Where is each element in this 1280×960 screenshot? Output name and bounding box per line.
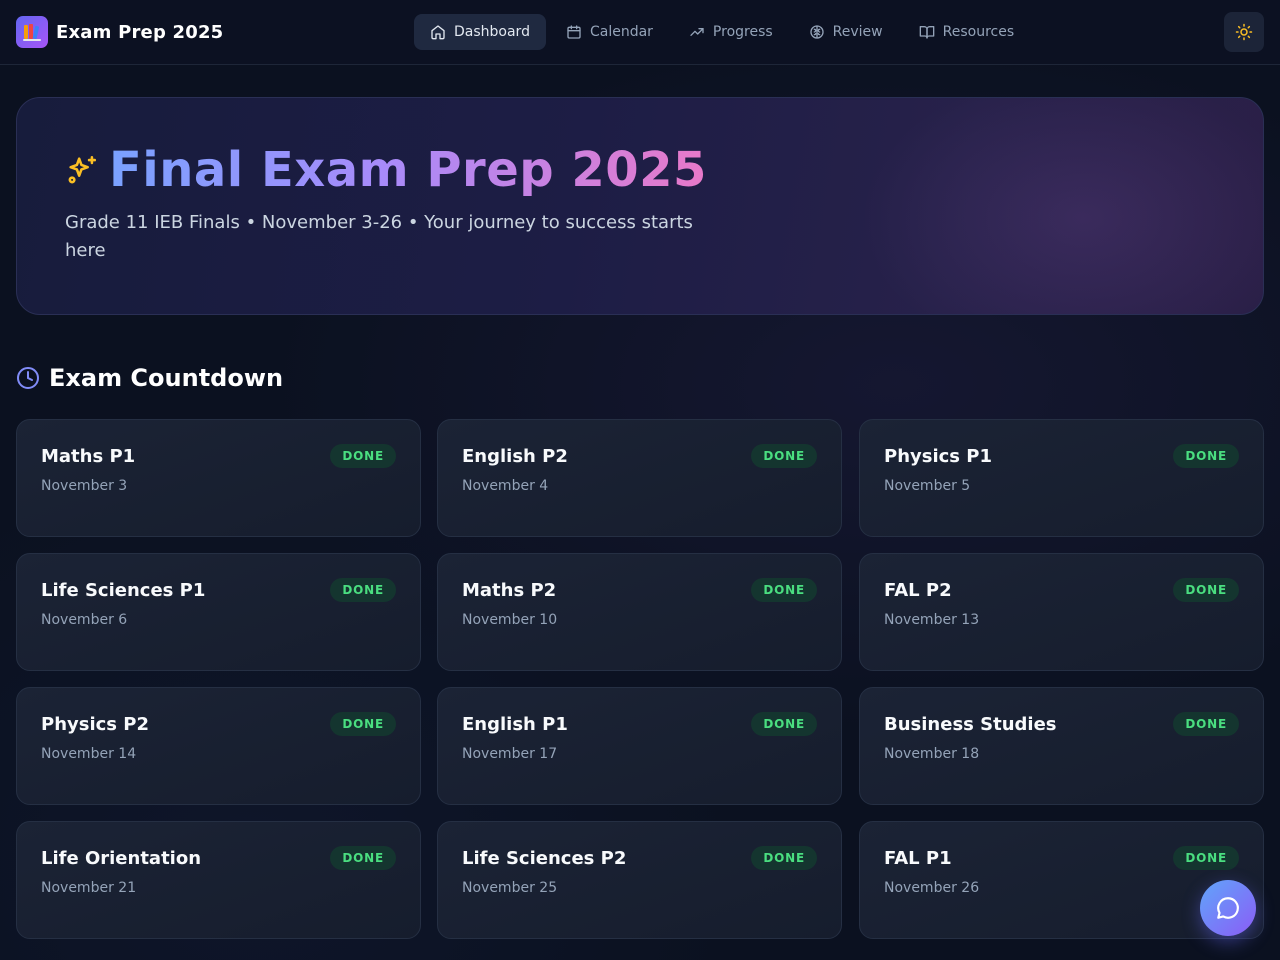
status-badge: DONE [1173, 444, 1239, 468]
books-logo-icon [16, 16, 48, 48]
countdown-header: Exam Countdown [16, 364, 283, 392]
hero-title: Final Exam Prep 2025 [109, 142, 707, 198]
status-badge: DONE [751, 444, 817, 468]
exam-card[interactable]: English P2 November 4 DONE [437, 419, 842, 537]
exam-name: FAL P2 [884, 580, 952, 601]
status-badge: DONE [330, 712, 396, 736]
exam-date: November 10 [462, 612, 558, 628]
exam-name: FAL P1 [884, 848, 952, 869]
exam-date: November 3 [41, 478, 128, 494]
exam-card[interactable]: FAL P2 November 13 DONE [859, 553, 1264, 671]
status-badge: DONE [330, 846, 396, 870]
status-badge: DONE [330, 444, 396, 468]
sparkles-icon [68, 155, 97, 184]
nav-item-review[interactable]: Review [793, 14, 899, 50]
exam-card[interactable]: Life Sciences P1 November 6 DONE [16, 553, 421, 671]
brain-icon [810, 25, 824, 39]
hero-banner: Final Exam Prep 2025 Grade 11 IEB Finals… [16, 97, 1264, 315]
status-badge: DONE [751, 846, 817, 870]
brand[interactable]: Exam Prep 2025 [16, 16, 223, 48]
nav-label: Review [832, 24, 883, 40]
nav-item-resources[interactable]: Resources [903, 14, 1031, 50]
exam-date: November 21 [41, 880, 137, 896]
nav-item-progress[interactable]: Progress [673, 14, 789, 50]
theme-toggle-button[interactable] [1224, 12, 1264, 52]
section-title: Exam Countdown [49, 364, 284, 392]
exam-date: November 13 [884, 612, 980, 628]
exam-name: Life Sciences P2 [462, 848, 627, 869]
exam-name: Physics P1 [884, 446, 992, 467]
exam-date: November 17 [462, 746, 558, 762]
exam-date: November 25 [462, 880, 558, 896]
app-title: Exam Prep 2025 [56, 21, 224, 43]
exam-name: Maths P2 [462, 580, 557, 601]
exam-name: Maths P1 [41, 446, 136, 467]
exam-date: November 26 [884, 880, 980, 896]
exam-date: November 4 [462, 478, 549, 494]
chat-bubble-icon [1217, 897, 1239, 919]
exam-date: November 6 [41, 612, 128, 628]
status-badge: DONE [751, 578, 817, 602]
nav-label: Resources [942, 24, 1015, 40]
exam-card[interactable]: Physics P2 November 14 DONE [16, 687, 421, 805]
hero-title-row: Final Exam Prep 2025 [65, 142, 707, 198]
exam-name: English P2 [462, 446, 568, 467]
status-badge: DONE [1173, 846, 1239, 870]
calendar-icon [567, 25, 581, 39]
exam-name: Life Orientation [41, 848, 202, 869]
exam-name: Physics P2 [41, 714, 149, 735]
status-badge: DONE [330, 578, 396, 602]
chat-button[interactable] [1200, 880, 1256, 936]
nav-item-calendar[interactable]: Calendar [550, 14, 669, 50]
exam-name: English P1 [462, 714, 568, 735]
book-open-icon [919, 26, 934, 39]
hero-subtitle: Grade 11 IEB Finals • November 3-26 • Yo… [65, 212, 693, 261]
clock-icon [17, 367, 39, 389]
status-badge: DONE [1173, 712, 1239, 736]
nav-label: Dashboard [454, 24, 530, 40]
exam-card[interactable]: Business Studies November 18 DONE [859, 687, 1264, 805]
exam-card[interactable]: Physics P1 November 5 DONE [859, 419, 1264, 537]
sun-icon [1235, 23, 1253, 41]
exam-card[interactable]: English P1 November 17 DONE [437, 687, 842, 805]
exam-card[interactable]: Life Sciences P2 November 25 DONE [437, 821, 842, 939]
nav-label: Calendar [589, 24, 653, 40]
top-navbar: Exam Prep 2025 Dashboard Calendar Progre… [0, 0, 1280, 65]
main-nav: Dashboard Calendar Progress Review Resou… [414, 14, 1034, 50]
nav-label: Progress [712, 24, 773, 40]
exam-date: November 5 [884, 478, 971, 494]
exam-card[interactable]: Life Orientation November 21 DONE [16, 821, 421, 939]
home-icon [431, 25, 445, 40]
status-badge: DONE [751, 712, 817, 736]
nav-item-dashboard[interactable]: Dashboard [414, 14, 546, 50]
exam-card[interactable]: Maths P2 November 10 DONE [437, 553, 842, 671]
status-badge: DONE [1173, 578, 1239, 602]
exam-card[interactable]: Maths P1 November 3 DONE [16, 419, 421, 537]
exam-name: Life Sciences P1 [41, 580, 206, 601]
trending-up-icon [690, 27, 704, 36]
exam-date: November 14 [41, 746, 137, 762]
exam-name: Business Studies [884, 714, 1057, 735]
exam-date: November 18 [884, 746, 980, 762]
